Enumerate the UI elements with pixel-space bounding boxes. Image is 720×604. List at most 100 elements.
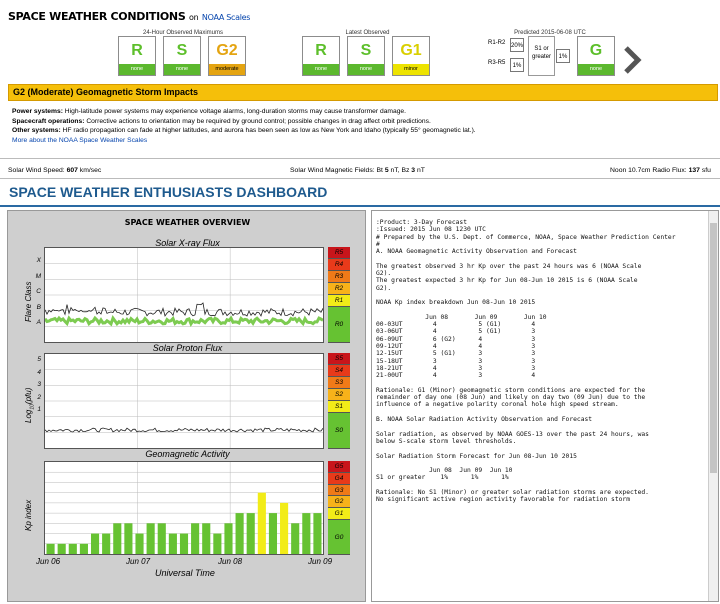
xtick-jun06: Jun 06 xyxy=(36,557,61,566)
dashboard-title: SPACE WEATHER ENTHUSIASTS DASHBOARD xyxy=(9,184,328,200)
xray-long-line xyxy=(44,302,324,317)
ytick-C: C xyxy=(36,288,41,295)
kp-bar xyxy=(135,533,144,554)
s1-value: 1% xyxy=(556,49,570,63)
proton-scale: S5 S4 S3 S2 S1 S0 xyxy=(328,353,350,449)
predicted-g-sub: none xyxy=(578,64,614,75)
kp-bar xyxy=(46,543,55,554)
scale-level-s1: S1 xyxy=(328,401,350,413)
predicted-g-letter: G xyxy=(589,42,603,59)
latest-s-box[interactable]: S none xyxy=(347,36,385,76)
ytick-A: A xyxy=(36,319,41,326)
kp-bar xyxy=(57,543,66,554)
kp-bar xyxy=(146,523,155,554)
predicted-g-box[interactable]: G none xyxy=(577,36,615,76)
scale-level-r0: R0 xyxy=(328,307,350,343)
ytick-1: 1 xyxy=(37,406,41,413)
xtick-jun07: Jun 07 xyxy=(126,557,151,566)
forecast-scrollbar[interactable] xyxy=(708,211,718,601)
kp-bar xyxy=(113,523,122,554)
wind-speed-label: Solar Wind Speed: xyxy=(8,167,65,174)
kp-bar xyxy=(280,502,289,554)
kp-bar xyxy=(102,533,111,554)
kp-bar xyxy=(179,533,189,554)
proton-plot xyxy=(44,353,324,449)
ytick-M: M xyxy=(35,272,41,280)
kp-bar xyxy=(313,513,322,554)
impact-power: Power systems: High-latitude power syste… xyxy=(12,107,476,117)
max24-g-letter: G2 xyxy=(216,42,238,59)
scale-level-s2: S2 xyxy=(328,389,350,401)
kp-bar xyxy=(79,543,88,554)
latest-s-sub: none xyxy=(348,64,384,75)
proton-line xyxy=(44,427,324,433)
ytick-2: 2 xyxy=(37,393,41,401)
scale-level-g3: G3 xyxy=(328,484,350,497)
r3r5-label: R3-R5 xyxy=(488,60,506,66)
conditions-title: SPACE WEATHER CONDITIONS on NOAA Scales xyxy=(8,10,250,23)
scroll-thumb[interactable] xyxy=(710,223,717,473)
impact-power-text: High-latitude power systems may experien… xyxy=(62,108,407,115)
latest-g-box[interactable]: G1 minor xyxy=(392,36,430,76)
max24-g-sub: moderate xyxy=(209,64,245,75)
dashboard-rule xyxy=(0,205,720,207)
kp-bar xyxy=(291,523,300,554)
latest-g-sub: minor xyxy=(393,64,429,75)
scale-level-g1: G1 xyxy=(328,508,350,520)
kp-bar xyxy=(268,513,278,554)
ytick-B: B xyxy=(36,303,41,311)
geomag-title: Geomagnetic Activity xyxy=(145,449,230,459)
divider-top xyxy=(0,158,720,159)
xray-chart-svg xyxy=(43,248,324,342)
latest-s-letter: S xyxy=(360,42,372,59)
wind-speed-value: 607 xyxy=(66,167,78,174)
solar-wind-speed: Solar Wind Speed: 607 km/sec xyxy=(8,167,101,174)
max24-r-sub: none xyxy=(119,64,155,75)
xray-short-line xyxy=(43,315,324,327)
flux-label: Noon 10.7cm Radio Flux: xyxy=(610,167,687,174)
kp-bar xyxy=(302,513,311,554)
next-arrow-icon[interactable] xyxy=(622,45,642,75)
r1r2-value: 20% xyxy=(510,38,524,52)
geomag-ylabel: Kp index xyxy=(24,499,33,531)
conditions-title-text: SPACE WEATHER CONDITIONS xyxy=(8,10,186,23)
more-scales-link[interactable]: More about the NOAA Space Weather Scales xyxy=(12,137,147,144)
kp-bar xyxy=(90,533,100,554)
bz-unit: nT xyxy=(416,167,425,174)
bz-value: 3 xyxy=(411,167,416,174)
kp-bar xyxy=(68,543,77,554)
radio-flux: Noon 10.7cm Radio Flux: 137 sfu xyxy=(610,167,711,174)
kp-bar xyxy=(246,513,255,554)
scale-level-r4: R4 xyxy=(328,259,350,271)
xaxis-label: Universal Time xyxy=(155,568,215,578)
max24-s-box[interactable]: S none xyxy=(163,36,201,76)
max24-g-box[interactable]: G2 moderate xyxy=(208,36,246,76)
noaa-scales-link[interactable]: NOAA Scales xyxy=(202,13,251,22)
latest-r-sub: none xyxy=(303,64,339,75)
xtick-jun09: Jun 09 xyxy=(308,557,333,566)
kp-bar xyxy=(213,533,222,554)
proton-chart-svg xyxy=(44,354,324,448)
flux-unit: sfu xyxy=(701,167,711,174)
flux-value: 137 xyxy=(688,167,700,174)
solar-wind-mag: Solar Wind Magnetic Fields: Bt 5 nT, Bz … xyxy=(290,167,425,174)
latest-r-box[interactable]: R none xyxy=(302,36,340,76)
forecast-text: :Product: 3-Day Forecast :Issued: 2015 J… xyxy=(376,219,676,504)
kp-bar xyxy=(235,513,244,554)
kp-bar xyxy=(257,492,266,554)
impact-other-label: Other systems: xyxy=(12,127,61,135)
max24-s-sub: none xyxy=(164,64,200,75)
scale-level-g2: G2 xyxy=(328,496,350,508)
max24-r-box[interactable]: R none xyxy=(118,36,156,76)
mag-label: Solar Wind Magnetic Fields: Bt xyxy=(290,167,383,174)
s1-label: S1 or greater xyxy=(531,46,551,60)
forecast-panel[interactable]: :Product: 3-Day Forecast :Issued: 2015 J… xyxy=(371,210,719,602)
scale-level-r2: R2 xyxy=(328,283,350,295)
scale-level-s4: S4 xyxy=(328,365,350,377)
impact-spacecraft-label: Spacecraft operations: xyxy=(12,117,85,125)
geomag-scale: G5 G4 G3 G2 G1 G0 xyxy=(328,461,350,555)
bt-unit: nT, Bz xyxy=(390,167,410,174)
scale-level-r5: R5 xyxy=(328,247,350,259)
storm-impacts-bar: G2 (Moderate) Geomagnetic Storm Impacts xyxy=(8,84,718,101)
scale-level-r1: R1 xyxy=(328,295,350,307)
